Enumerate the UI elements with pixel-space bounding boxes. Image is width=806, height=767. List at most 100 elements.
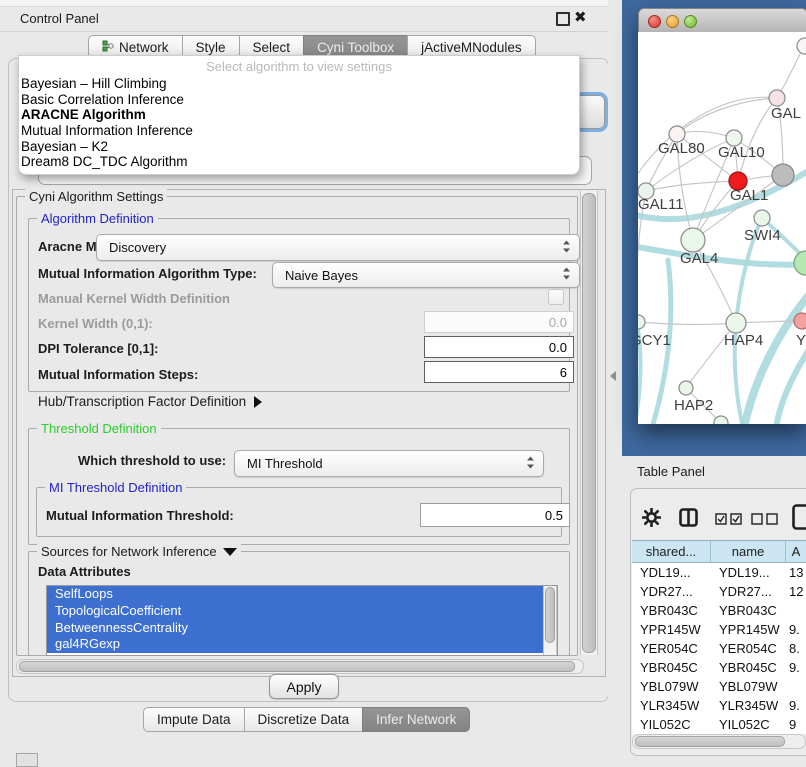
minimize-traffic-light[interactable]: [666, 15, 679, 28]
close-traffic-light[interactable]: [648, 15, 661, 28]
table-row[interactable]: YIL052CYIL052C9: [632, 715, 806, 734]
column-header-shared-name[interactable]: shared...: [632, 540, 711, 563]
mi-threshold-field[interactable]: 0.5: [420, 503, 570, 527]
mi-threshold-label: Mutual Information Threshold:: [46, 508, 234, 523]
attr-list-scrollbar[interactable]: [543, 586, 557, 655]
split-divider-arrow[interactable]: [610, 371, 616, 381]
menu-item-dream8[interactable]: Dream8 DC_TDC Algorithm: [19, 154, 579, 170]
node-gcy1[interactable]: [638, 315, 645, 329]
node-table: shared... name A YDL19...YDL19...13 YDR2…: [632, 540, 806, 734]
apply-button[interactable]: Apply: [269, 674, 339, 699]
zoom-traffic-light[interactable]: [684, 15, 697, 28]
float-panel-icon[interactable]: [556, 12, 570, 26]
node-label-hap4: HAP4: [724, 332, 763, 349]
gear-icon[interactable]: [642, 508, 661, 532]
mi-threshold-group-title: MI Threshold Definition: [45, 480, 186, 495]
close-icon[interactable]: ✖: [574, 8, 587, 26]
node-partial-bottom[interactable]: [714, 416, 728, 424]
node-salmon[interactable]: [794, 313, 806, 329]
menu-item-bayesian-hill[interactable]: Bayesian – Hill Climbing: [19, 76, 579, 92]
chevron-updown-icon: [562, 239, 571, 256]
network-canvas[interactable]: GAL GAL80 GAL10 GAL1 GAL11 SWI4 GAL4 GCY…: [638, 32, 806, 424]
network-graph: [638, 32, 806, 424]
menu-item-bayesian-k2[interactable]: Bayesian – K2: [19, 139, 579, 155]
table-body: YDL19...YDL19...13 YDR27...YDR27...12 YB…: [632, 563, 806, 734]
data-attributes-label: Data Attributes: [38, 564, 131, 579]
node-partial-top[interactable]: [797, 38, 806, 54]
mi-steps-label: Mutual Information Steps:: [38, 367, 198, 382]
node-gal4[interactable]: [681, 228, 705, 252]
algorithm-definition-title: Algorithm Definition: [37, 211, 158, 226]
kernel-width-field[interactable]: 0.0: [424, 311, 574, 333]
tab-label: Discretize Data: [258, 708, 350, 731]
select-all-icon[interactable]: [715, 512, 742, 530]
settings-vertical-scrollbar[interactable]: [580, 191, 598, 655]
table-horizontal-scrollbar[interactable]: [632, 734, 806, 749]
split-pane-gutter: [608, 0, 622, 762]
sources-group-header[interactable]: Sources for Network Inference: [37, 544, 241, 559]
list-item-betweenness[interactable]: BetweennessCentrality: [47, 620, 557, 637]
which-threshold-combo[interactable]: MI Threshold: [234, 450, 544, 477]
node-label-swi4: SWI4: [744, 227, 781, 244]
deselect-all-icon[interactable]: [751, 512, 778, 530]
manual-kernel-checkbox[interactable]: [548, 289, 564, 305]
table-row[interactable]: YER054CYER054C8.: [632, 639, 806, 658]
expander-down-icon: [223, 548, 237, 556]
list-item-topological[interactable]: TopologicalCoefficient: [47, 603, 557, 620]
table-row[interactable]: YPR145WYPR145W9.: [632, 620, 806, 639]
table-row[interactable]: YDL19...YDL19...13: [632, 563, 806, 582]
table-header-row: shared... name A: [632, 540, 806, 563]
which-threshold-label: Which threshold to use:: [78, 453, 226, 468]
node-swi4[interactable]: [754, 210, 770, 226]
tab-label: Infer Network: [376, 708, 456, 731]
kernel-width-label: Kernel Width (0,1):: [38, 316, 153, 331]
table-row[interactable]: YBR043CYBR043C: [632, 601, 806, 620]
node-label-gal80: GAL80: [658, 140, 705, 157]
column-header-partial[interactable]: A: [786, 540, 806, 563]
node-label-gal4: GAL4: [680, 250, 718, 267]
collapsed-panel-icon[interactable]: [16, 753, 38, 767]
document-icon[interactable]: [792, 504, 806, 535]
network-window-titlebar[interactable]: [638, 8, 806, 34]
hub-definition-expander[interactable]: Hub/Transcription Factor Definition: [38, 394, 262, 409]
dropdown-hint: Select algorithm to view settings: [19, 56, 579, 76]
node-big-green[interactable]: [794, 251, 806, 275]
list-item-gal4rgexp[interactable]: gal4RGexp: [47, 636, 557, 653]
node-label-gal: GAL: [771, 105, 801, 122]
algorithm-dropdown-popup: Select algorithm to view settings Bayesi…: [18, 55, 580, 175]
node-gray-hub[interactable]: [772, 164, 794, 186]
columns-icon[interactable]: [679, 508, 698, 532]
aracne-mode-value: Discovery: [109, 240, 166, 255]
node-gal[interactable]: [769, 90, 785, 106]
window-top-edge: [0, 0, 612, 7]
table-row[interactable]: YLR345WYLR345W9.: [632, 696, 806, 715]
menu-item-aracne[interactable]: ARACNE Algorithm: [19, 107, 579, 123]
data-attributes-list: SelfLoops TopologicalCoefficient Between…: [46, 585, 558, 656]
mi-algorithm-type-combo[interactable]: Naive Bayes: [272, 262, 580, 288]
node-label-gcy1: GCY1: [638, 332, 671, 349]
manual-kernel-label: Manual Kernel Width Definition: [38, 291, 230, 306]
cyni-settings-title: Cyni Algorithm Settings: [25, 189, 167, 204]
table-row[interactable]: YBR045CYBR045C9.: [632, 658, 806, 677]
control-panel-title: Control Panel: [20, 11, 99, 26]
column-header-name[interactable]: name: [711, 540, 786, 563]
tab-impute-data[interactable]: Impute Data: [143, 707, 245, 732]
settings-horizontal-scrollbar[interactable]: [16, 659, 584, 674]
table-row[interactable]: YDR27...YDR27...12: [632, 582, 806, 601]
tab-discretize-data[interactable]: Discretize Data: [244, 707, 364, 732]
mi-algorithm-type-label: Mutual Information Algorithm Type:: [38, 266, 257, 281]
menu-item-basic-correlation[interactable]: Basic Correlation Inference: [19, 92, 579, 108]
threshold-definition-title: Threshold Definition: [37, 421, 161, 436]
network-window: GAL GAL80 GAL10 GAL1 GAL11 SWI4 GAL4 GCY…: [638, 8, 806, 424]
node-hap4[interactable]: [726, 313, 746, 333]
which-threshold-value: MI Threshold: [247, 456, 323, 471]
mi-steps-field[interactable]: 6: [424, 361, 574, 383]
node-label-gal11: GAL11: [638, 196, 684, 213]
aracne-mode-combo[interactable]: Discovery: [96, 234, 580, 261]
tab-infer-network[interactable]: Infer Network: [362, 707, 470, 732]
node-hap2[interactable]: [679, 381, 693, 395]
menu-item-mutual-information[interactable]: Mutual Information Inference: [19, 123, 579, 139]
table-row[interactable]: YBL079WYBL079W: [632, 677, 806, 696]
dpi-tolerance-field[interactable]: 0.0: [424, 336, 574, 358]
list-item-selfloops[interactable]: SelfLoops: [47, 586, 557, 603]
